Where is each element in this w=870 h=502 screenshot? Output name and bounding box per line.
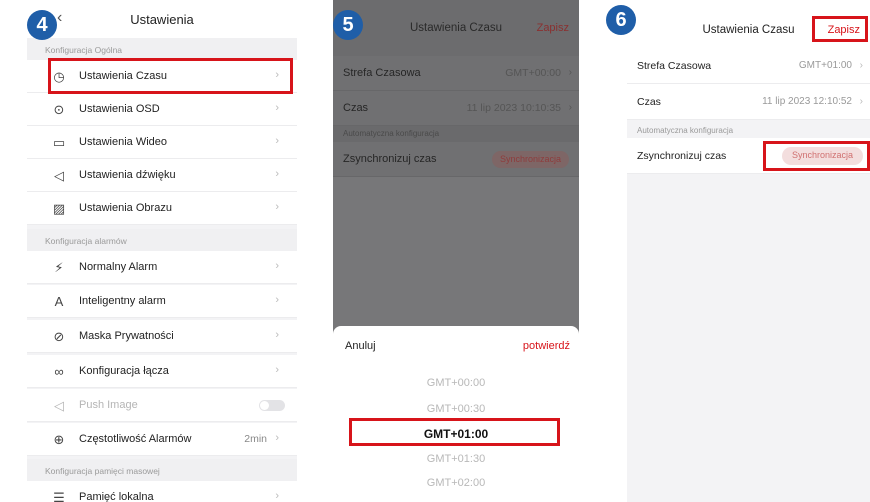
settings-screen: ‹ Ustawienia Konfiguracja Ogólna ◷ Ustaw… bbox=[27, 0, 297, 502]
menu-item-label: Ustawienia Czasu bbox=[79, 70, 168, 82]
ai-icon: A bbox=[54, 294, 64, 309]
menu-item-label: Częstotliwość Alarmów bbox=[79, 433, 192, 445]
timezone-picker-sheet: Anuluj potwierdź GMT+00:00 GMT+00:30 GMT… bbox=[333, 326, 579, 502]
timezone-label: Strefa Czasowa bbox=[637, 60, 712, 72]
privacy-mask-icon: ⊘ bbox=[53, 329, 65, 344]
timezone-value: GMT+01:00 bbox=[798, 60, 852, 71]
save-button[interactable]: Zapisz bbox=[537, 22, 569, 34]
step-badge-5: 5 bbox=[333, 10, 363, 40]
storage-icon: ☰ bbox=[53, 490, 65, 502]
chevron-right-icon: › bbox=[275, 364, 279, 376]
menu-item-label: Push Image bbox=[79, 399, 138, 411]
menu-item-label: Ustawienia Obrazu bbox=[79, 202, 172, 214]
menu-item-video-settings[interactable]: ▭ Ustawienia Wideo › bbox=[27, 126, 297, 159]
timezone-row[interactable]: Strefa Czasowa GMT+01:00 › bbox=[627, 48, 870, 84]
chevron-right-icon: › bbox=[859, 60, 863, 71]
menu-item-label: Maska Prywatności bbox=[79, 330, 174, 342]
chevron-right-icon: › bbox=[275, 432, 279, 444]
step-badge-4: 4 bbox=[27, 10, 57, 40]
chevron-right-icon: › bbox=[275, 260, 279, 272]
menu-item-intelligent-alarm[interactable]: A Inteligentny alarm › bbox=[27, 285, 297, 318]
menu-item-image-settings[interactable]: ▨ Ustawienia Obrazu › bbox=[27, 192, 297, 225]
section-auto-config: Automatyczna konfiguracja bbox=[333, 126, 579, 142]
sync-time-label: Zsynchronizuj czas bbox=[637, 150, 727, 162]
menu-item-normal-alarm[interactable]: ⚡ Normalny Alarm › bbox=[27, 251, 297, 284]
picker-option[interactable]: GMT+00:00 bbox=[333, 377, 579, 389]
chevron-right-icon: › bbox=[275, 135, 279, 147]
menu-item-push-image: ◁ Push Image bbox=[27, 389, 297, 422]
location-pin-icon: ⊙ bbox=[53, 102, 65, 117]
section-general: Konfiguracja Ogólna bbox=[27, 38, 297, 60]
chevron-right-icon: › bbox=[568, 102, 572, 113]
sync-time-row: Zsynchronizuj czas Synchronizacja bbox=[333, 142, 579, 177]
page-title: Ustawienia bbox=[130, 12, 194, 27]
chevron-right-icon: › bbox=[859, 96, 863, 107]
link-icon: ∞ bbox=[54, 364, 64, 379]
push-image-toggle[interactable] bbox=[259, 400, 285, 411]
menu-item-label: Ustawienia dźwięku bbox=[79, 169, 176, 181]
time-settings-picker-screen: Ustawienia Czasu Zapisz Strefa Czasowa G… bbox=[333, 0, 579, 502]
timezone-label: Strefa Czasowa bbox=[343, 67, 421, 79]
chevron-right-icon: › bbox=[275, 69, 279, 81]
timezone-row[interactable]: Strefa Czasowa GMT+00:00 › bbox=[333, 56, 579, 91]
picker-option[interactable]: GMT+00:30 bbox=[333, 403, 579, 415]
picker-option[interactable]: GMT+02:00 bbox=[333, 477, 579, 489]
send-icon: ◁ bbox=[54, 398, 64, 413]
time-settings-header: Ustawienia Czasu Zapisz bbox=[333, 0, 579, 58]
menu-item-label: Ustawienia Wideo bbox=[79, 136, 168, 148]
time-value: 11 lip 2023 12:10:52 bbox=[762, 96, 852, 107]
menu-item-local-storage[interactable]: ☰ Pamięć lokalna › bbox=[27, 481, 297, 502]
step-badge-6: 6 bbox=[606, 5, 636, 35]
chevron-right-icon: › bbox=[275, 294, 279, 306]
menu-item-privacy-mask[interactable]: ⊘ Maska Prywatności › bbox=[27, 320, 297, 353]
time-row[interactable]: Czas 11 lip 2023 10:10:35 › bbox=[333, 91, 579, 126]
menu-item-osd-settings[interactable]: ⊙ Ustawienia OSD › bbox=[27, 93, 297, 126]
menu-item-audio-settings[interactable]: ◁ Ustawienia dźwięku › bbox=[27, 159, 297, 192]
confirm-button[interactable]: potwierdź bbox=[523, 340, 570, 352]
sync-time-label: Zsynchronizuj czas bbox=[343, 153, 437, 165]
picker-option-selected[interactable]: GMT+01:00 bbox=[333, 427, 579, 441]
picker-option[interactable]: GMT+01:30 bbox=[333, 453, 579, 465]
menu-item-label: Pamięć lokalna bbox=[79, 491, 154, 502]
menu-item-time-settings[interactable]: ◷ Ustawienia Czasu › bbox=[27, 60, 297, 93]
settings-header: ‹ Ustawienia bbox=[27, 0, 297, 38]
video-camera-icon: ▭ bbox=[52, 135, 66, 150]
alarm-frequency-value: 2min bbox=[244, 433, 267, 445]
clock-icon: ◷ bbox=[53, 69, 65, 84]
sync-button[interactable]: Synchronizacja bbox=[491, 151, 569, 168]
running-person-icon: ⚡ bbox=[54, 260, 64, 275]
time-settings-header: Ustawienia Czasu Zapisz bbox=[627, 0, 870, 48]
chevron-right-icon: › bbox=[275, 329, 279, 341]
chevron-right-icon: › bbox=[275, 168, 279, 180]
menu-item-label: Ustawienia OSD bbox=[79, 103, 160, 115]
alarm-frequency-icon: ⊕ bbox=[53, 432, 65, 447]
timezone-value: GMT+00:00 bbox=[505, 67, 561, 79]
section-storage: Konfiguracja pamięci masowej bbox=[27, 459, 297, 481]
section-alarms: Konfiguracja alarmów bbox=[27, 229, 297, 251]
menu-item-alarm-frequency[interactable]: ⊕ Częstotliwość Alarmów 2min › bbox=[27, 423, 297, 456]
time-label: Czas bbox=[343, 102, 369, 114]
chevron-right-icon: › bbox=[568, 67, 572, 78]
menu-item-label: Konfiguracja łącza bbox=[79, 365, 169, 377]
chevron-right-icon: › bbox=[275, 201, 279, 213]
sync-button[interactable]: Synchronizacja bbox=[781, 147, 863, 165]
section-auto-config: Automatyczna konfiguracja bbox=[637, 126, 734, 135]
chevron-right-icon: › bbox=[275, 490, 279, 502]
speaker-icon: ◁ bbox=[54, 168, 64, 183]
menu-item-label: Inteligentny alarm bbox=[79, 295, 166, 307]
time-settings-screen: Ustawienia Czasu Zapisz Strefa Czasowa G… bbox=[627, 0, 870, 502]
image-icon: ▨ bbox=[52, 201, 66, 216]
save-button[interactable]: Zapisz bbox=[828, 24, 860, 36]
menu-item-label: Normalny Alarm bbox=[79, 261, 158, 273]
time-label: Czas bbox=[637, 96, 661, 108]
time-value: 11 lip 2023 10:10:35 bbox=[466, 102, 561, 114]
sync-time-row: Zsynchronizuj czas Synchronizacja bbox=[627, 138, 870, 174]
time-row[interactable]: Czas 11 lip 2023 12:10:52 › bbox=[627, 84, 870, 120]
cancel-button[interactable]: Anuluj bbox=[345, 340, 376, 352]
menu-item-link-config[interactable]: ∞ Konfiguracja łącza › bbox=[27, 355, 297, 388]
chevron-right-icon: › bbox=[275, 102, 279, 114]
